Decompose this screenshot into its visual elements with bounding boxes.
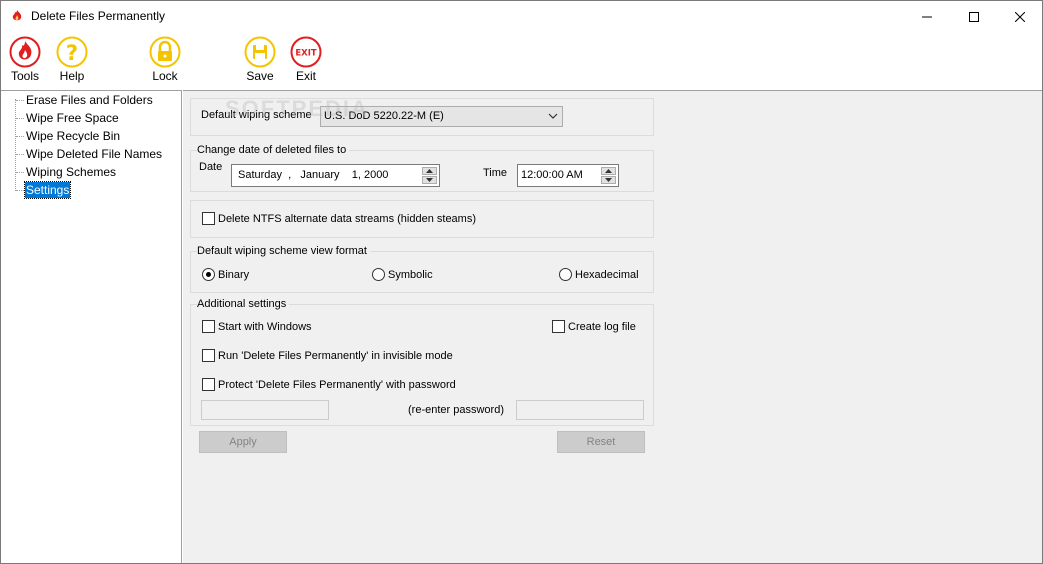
tools-button[interactable]: Tools (9, 36, 41, 83)
time-spinner[interactable] (601, 167, 616, 184)
invisible-mode-checkbox[interactable]: Run 'Delete Files Permanently' in invisi… (202, 349, 453, 362)
date-value: Saturday , January 1, 2000 (238, 169, 389, 181)
date-label: Date (199, 161, 223, 173)
time-label: Time (483, 167, 508, 179)
exit-icon: EXIT (290, 36, 322, 68)
tree-item-settings[interactable]: Settings (23, 181, 72, 199)
date-spinner[interactable] (422, 167, 437, 184)
flame-app-icon (12, 10, 22, 21)
radio-circle (559, 268, 572, 281)
minimize-button[interactable] (904, 1, 950, 32)
protect-password-label: Protect 'Delete Files Permanently' with … (218, 378, 456, 391)
date-down-button[interactable] (422, 176, 437, 184)
reenter-password-label: (re-enter password) (408, 404, 504, 416)
save-button[interactable]: Save (244, 36, 276, 83)
svg-text:?: ? (66, 41, 78, 65)
protect-password-checkbox[interactable]: Protect 'Delete Files Permanently' with … (202, 378, 456, 391)
tree-item-erase-files-and-folders[interactable]: Erase Files and Folders (25, 92, 154, 108)
help-label: Help (59, 69, 85, 83)
save-floppy-icon (244, 36, 276, 68)
minimize-icon (922, 16, 932, 17)
arrow-up-icon (605, 169, 612, 173)
chevron-down-icon (548, 113, 558, 119)
ntfs-group: Delete NTFS alternate data streams (hidd… (190, 200, 654, 238)
invisible-mode-label: Run 'Delete Files Permanently' in invisi… (218, 349, 453, 362)
start-with-windows-label: Start with Windows (218, 320, 312, 333)
reenter-password-field[interactable] (516, 400, 644, 420)
help-button[interactable]: ? Help (56, 36, 88, 83)
tree-connector (16, 172, 24, 173)
tree-connector (16, 190, 24, 191)
radio-circle (372, 268, 385, 281)
create-log-file-label: Create log file (568, 320, 636, 333)
password-field[interactable] (201, 400, 329, 420)
time-picker[interactable]: 12:00:00 AM (517, 164, 619, 187)
change-date-title: Change date of deleted files to (197, 144, 350, 156)
arrow-down-icon (605, 178, 612, 182)
checkbox-box (202, 320, 215, 333)
radio-circle (202, 268, 215, 281)
toolbar: Tools ? Help Lock Save EXIT Exit (1, 31, 1042, 88)
save-label: Save (246, 69, 274, 83)
close-icon (1015, 11, 1025, 22)
additional-settings-group: Start with Windows Create log file Run '… (190, 304, 654, 426)
start-with-windows-checkbox[interactable]: Start with Windows (202, 320, 312, 333)
arrow-down-icon (426, 178, 433, 182)
radio-binary[interactable]: Binary (202, 268, 249, 281)
checkbox-box (552, 320, 565, 333)
radio-binary-label: Binary (218, 268, 250, 281)
watermark: SOFTPEDIA (225, 96, 369, 121)
exit-button[interactable]: EXIT Exit (290, 36, 322, 83)
tree-connector (16, 100, 24, 101)
radio-hexadecimal[interactable]: Hexadecimal (559, 268, 639, 281)
ntfs-streams-checkbox[interactable]: Delete NTFS alternate data streams (hidd… (202, 212, 476, 225)
lock-label: Lock (152, 69, 178, 83)
close-button[interactable] (997, 1, 1043, 32)
tree-connector-line (15, 99, 16, 191)
time-value: 12:00:00 AM (521, 169, 583, 181)
reset-button[interactable]: Reset (557, 431, 645, 453)
lock-icon (149, 36, 181, 68)
help-question-icon: ? (56, 36, 88, 68)
maximize-icon (969, 11, 979, 22)
checkbox-box (202, 349, 215, 362)
date-picker[interactable]: Saturday , January 1, 2000 (231, 164, 440, 187)
lock-button[interactable]: Lock (149, 36, 181, 83)
tree-item-wipe-deleted-file-names[interactable]: Wipe Deleted File Names (25, 146, 163, 162)
tree-connector (16, 118, 24, 119)
time-up-button[interactable] (601, 167, 616, 175)
ntfs-streams-label: Delete NTFS alternate data streams (hidd… (218, 212, 477, 225)
svg-text:EXIT: EXIT (295, 49, 317, 59)
change-date-group: Date Saturday , January 1, 2000 Time 12:… (190, 150, 654, 192)
tree-connector (16, 136, 24, 137)
additional-settings-title: Additional settings (197, 298, 290, 310)
radio-symbolic[interactable]: Symbolic (372, 268, 433, 281)
tools-flame-icon (9, 36, 41, 68)
exit-label: Exit (295, 69, 316, 83)
create-log-file-checkbox[interactable]: Create log file (552, 320, 636, 333)
tree-item-wipe-recycle-bin[interactable]: Wipe Recycle Bin (25, 128, 121, 144)
tree-item-wiping-schemes[interactable]: Wiping Schemes (25, 164, 117, 180)
time-down-button[interactable] (601, 176, 616, 184)
apply-button[interactable]: Apply (199, 431, 287, 453)
checkbox-box (202, 212, 215, 225)
tools-label: Tools (10, 69, 39, 83)
radio-symbolic-label: Symbolic (388, 268, 433, 281)
view-format-group: Binary Symbolic Hexadecimal (190, 251, 654, 293)
arrow-up-icon (426, 169, 433, 173)
settings-panel: Default wiping scheme U.S. DoD 5220.22-M… (183, 90, 1042, 563)
maximize-button[interactable] (951, 1, 997, 32)
navigation-tree: Erase Files and Folders Wipe Free Space … (1, 90, 182, 563)
radio-hexadecimal-label: Hexadecimal (575, 268, 639, 281)
tree-connector (16, 154, 24, 155)
view-format-title: Default wiping scheme view format (197, 245, 370, 257)
window-title: Delete Files Permanently (31, 9, 166, 23)
title-bar: Delete Files Permanently (0, 0, 1043, 31)
date-up-button[interactable] (422, 167, 437, 175)
checkbox-box (202, 378, 215, 391)
tree-item-wipe-free-space[interactable]: Wipe Free Space (25, 110, 120, 126)
